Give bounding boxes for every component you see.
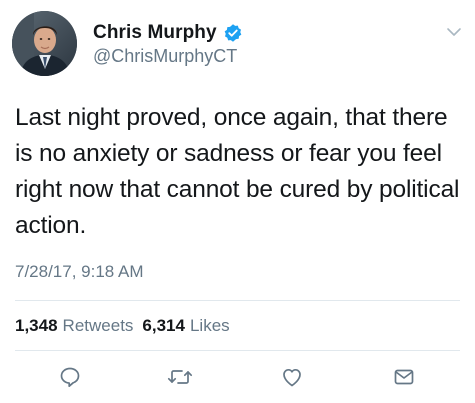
likes-count[interactable]: 6,314 bbox=[142, 316, 185, 336]
retweets-label[interactable]: Retweets bbox=[63, 316, 134, 336]
tweet-stats: 1,348 Retweets 6,314 Likes bbox=[15, 316, 230, 336]
divider bbox=[15, 350, 460, 351]
likes-label[interactable]: Likes bbox=[190, 316, 230, 336]
reply-icon bbox=[60, 367, 80, 388]
avatar-image bbox=[12, 11, 77, 76]
verified-badge-icon bbox=[223, 23, 243, 43]
divider bbox=[15, 300, 460, 301]
tweet-card: Chris Murphy @ChrisMurphyCT Last night p… bbox=[0, 0, 475, 403]
retweets-count[interactable]: 1,348 bbox=[15, 316, 58, 336]
chevron-down-icon[interactable] bbox=[446, 25, 462, 37]
like-icon bbox=[283, 368, 301, 387]
direct-message-button[interactable] bbox=[391, 365, 417, 389]
user-handle[interactable]: @ChrisMurphyCT bbox=[93, 46, 237, 67]
avatar[interactable] bbox=[12, 11, 77, 76]
reply-button[interactable] bbox=[57, 365, 83, 389]
tweet-timestamp[interactable]: 7/28/17, 9:18 AM bbox=[15, 262, 144, 282]
tweet-text: Last night proved, once again, that ther… bbox=[15, 104, 460, 239]
like-button[interactable] bbox=[279, 365, 305, 389]
author-name-row[interactable]: Chris Murphy bbox=[93, 22, 243, 44]
retweet-button[interactable] bbox=[167, 365, 193, 389]
direct-message-icon bbox=[394, 369, 414, 385]
retweet-icon bbox=[167, 370, 193, 384]
display-name[interactable]: Chris Murphy bbox=[93, 22, 217, 44]
